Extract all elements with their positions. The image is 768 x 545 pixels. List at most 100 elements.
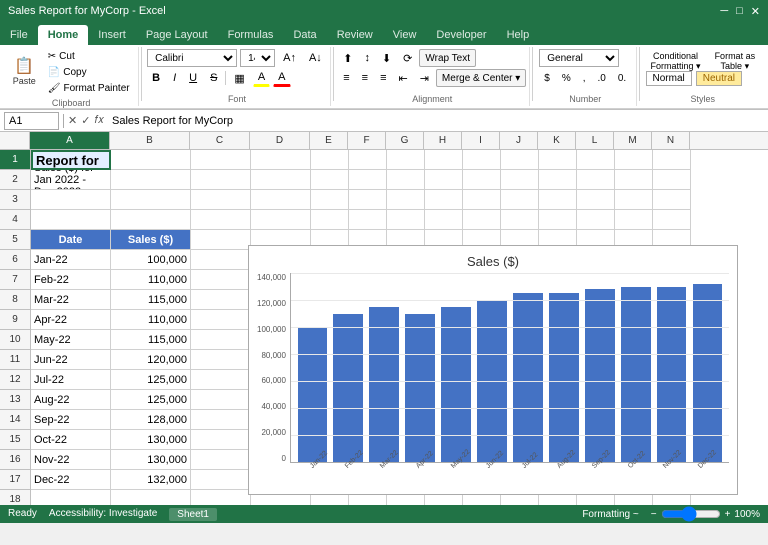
col-header-B[interactable]: B [110, 132, 190, 149]
cell-A7[interactable]: Feb-22 [31, 270, 111, 290]
cell-H3[interactable] [425, 190, 463, 210]
row-header-4[interactable]: 4 [0, 210, 30, 230]
cell-C10[interactable] [191, 330, 251, 350]
cell-I1[interactable] [463, 150, 501, 170]
row-header-7[interactable]: 7 [0, 270, 30, 290]
row-header-3[interactable]: 3 [0, 190, 30, 210]
neutral-style-btn[interactable]: Neutral [696, 71, 742, 86]
cell-G1[interactable] [387, 150, 425, 170]
decrease-font-btn[interactable]: A↓ [304, 49, 327, 67]
cell-A12[interactable]: Jul-22 [31, 370, 111, 390]
cell-G3[interactable] [387, 190, 425, 210]
cell-A11[interactable]: Jun-22 [31, 350, 111, 370]
cell-E4[interactable] [311, 210, 349, 230]
cell-E2[interactable] [311, 170, 349, 190]
increase-decimal-btn[interactable]: .0 [593, 69, 611, 87]
cell-A14[interactable]: Sep-22 [31, 410, 111, 430]
cell-C16[interactable] [191, 450, 251, 470]
cell-M4[interactable] [615, 210, 653, 230]
col-header-A[interactable]: A [30, 132, 110, 149]
cell-A1[interactable]: Sales Report for MyCorp [31, 150, 111, 170]
tab-review[interactable]: Review [327, 25, 383, 45]
text-angle-btn[interactable]: ⟳ [398, 49, 417, 67]
cell-A9[interactable]: Apr-22 [31, 310, 111, 330]
col-header-I[interactable]: I [462, 132, 500, 149]
cell-I2[interactable] [463, 170, 501, 190]
cell-K1[interactable] [539, 150, 577, 170]
cell-B2[interactable] [111, 170, 191, 190]
col-header-D[interactable]: D [250, 132, 310, 149]
row-header-14[interactable]: 14 [0, 410, 30, 430]
strikethrough-btn[interactable]: S [205, 69, 222, 87]
row-header-15[interactable]: 15 [0, 430, 30, 450]
col-header-N[interactable]: N [652, 132, 690, 149]
tab-help[interactable]: Help [497, 25, 540, 45]
cell-D3[interactable] [251, 190, 311, 210]
cell-I4[interactable] [463, 210, 501, 230]
cell-C6[interactable] [191, 250, 251, 270]
cell-B5[interactable]: Sales ($) [111, 230, 191, 250]
decrease-decimal-btn[interactable]: 0. [613, 69, 631, 87]
zoom-slider[interactable] [661, 506, 721, 522]
fill-color-btn[interactable]: A [253, 69, 270, 87]
cell-K2[interactable] [539, 170, 577, 190]
align-right-btn[interactable]: ≡ [375, 69, 391, 87]
merge-center-btn[interactable]: Merge & Center ▾ [436, 69, 526, 87]
cell-reference-input[interactable]: A1 [4, 112, 59, 130]
row-header-13[interactable]: 13 [0, 390, 30, 410]
cell-H4[interactable] [425, 210, 463, 230]
cell-C11[interactable] [191, 350, 251, 370]
row-header-16[interactable]: 16 [0, 450, 30, 470]
cell-C5[interactable] [191, 230, 251, 250]
insert-function-icon[interactable]: 𝑓𝑥 [94, 114, 104, 127]
cell-B11[interactable]: 120,000 [111, 350, 191, 370]
align-middle-btn[interactable]: ↕ [359, 49, 375, 67]
font-family-select[interactable]: Calibri [147, 49, 237, 67]
cell-C1[interactable] [191, 150, 251, 170]
cell-F3[interactable] [349, 190, 387, 210]
increase-indent-btn[interactable]: ⇥ [415, 69, 434, 87]
tab-developer[interactable]: Developer [426, 25, 496, 45]
cell-A6[interactable]: Jan-22 [31, 250, 111, 270]
cell-B13[interactable]: 125,000 [111, 390, 191, 410]
col-header-F[interactable]: F [348, 132, 386, 149]
wrap-text-btn[interactable]: Wrap Text [419, 49, 476, 67]
cell-K4[interactable] [539, 210, 577, 230]
cell-K3[interactable] [539, 190, 577, 210]
cell-C15[interactable] [191, 430, 251, 450]
zoom-out-icon[interactable]: − [651, 509, 657, 520]
cell-A2[interactable]: Sales ($) for Jan 2022 - Dec 2022 [31, 170, 111, 190]
row-header-11[interactable]: 11 [0, 350, 30, 370]
cell-A3[interactable] [31, 190, 111, 210]
comma-btn[interactable]: , [578, 69, 591, 87]
cell-A17[interactable]: Dec-22 [31, 470, 111, 490]
format-as-table-btn[interactable]: Format asTable ▾ [710, 49, 761, 67]
cell-H2[interactable] [425, 170, 463, 190]
cell-C13[interactable] [191, 390, 251, 410]
row-header-2[interactable]: 2 [0, 170, 30, 190]
underline-btn[interactable]: U [184, 69, 202, 87]
cell-D2[interactable] [251, 170, 311, 190]
cell-L4[interactable] [577, 210, 615, 230]
cell-G4[interactable] [387, 210, 425, 230]
font-size-select[interactable]: 14 [240, 49, 275, 67]
cell-M1[interactable] [615, 150, 653, 170]
cell-F4[interactable] [349, 210, 387, 230]
cell-E1[interactable] [311, 150, 349, 170]
cell-C4[interactable] [191, 210, 251, 230]
cell-B14[interactable]: 128,000 [111, 410, 191, 430]
cell-N2[interactable] [653, 170, 691, 190]
conditional-formatting-btn[interactable]: ConditionalFormatting ▾ [646, 49, 706, 67]
paste-button[interactable]: 📋 Paste [8, 51, 41, 95]
cell-B15[interactable]: 130,000 [111, 430, 191, 450]
cell-C9[interactable] [191, 310, 251, 330]
minimize-btn[interactable]: ─ [720, 5, 728, 18]
format-painter-button[interactable]: 🖌 Format Painter [43, 81, 135, 96]
cell-F1[interactable] [349, 150, 387, 170]
maximize-btn[interactable]: □ [736, 5, 743, 18]
col-header-G[interactable]: G [386, 132, 424, 149]
col-header-J[interactable]: J [500, 132, 538, 149]
cell-A15[interactable]: Oct-22 [31, 430, 111, 450]
bold-btn[interactable]: B [147, 69, 165, 87]
tab-pagelayout[interactable]: Page Layout [136, 25, 218, 45]
